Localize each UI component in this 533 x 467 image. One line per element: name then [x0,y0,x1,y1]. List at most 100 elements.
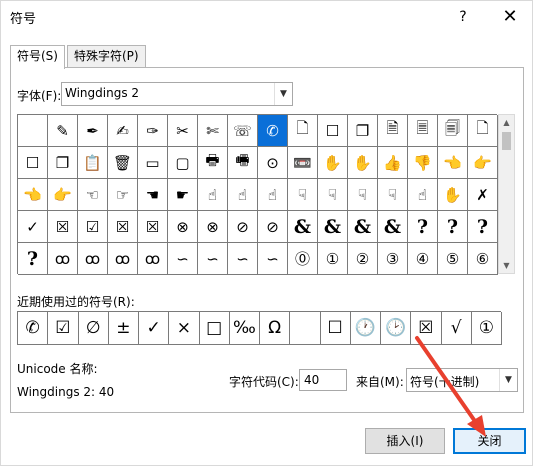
symbol-cell[interactable]: ❐ [348,115,378,147]
symbol-cell[interactable]: 🗋 [468,115,498,147]
symbol-cell[interactable]: ☐ [318,115,348,147]
symbol-cell[interactable]: 👎 [408,147,438,179]
chevron-down-icon[interactable]: ▼ [499,369,517,391]
symbol-cell[interactable]: ? [18,243,48,275]
symbol-cell[interactable]: ✎ [48,115,78,147]
tab-symbols[interactable]: 符号(S) [10,45,65,69]
symbol-cell[interactable]: ☞ [108,179,138,211]
symbol-cell[interactable]: ☝ [408,179,438,211]
symbol-cell[interactable]: ✋ [318,147,348,179]
symbol-cell[interactable]: ✋ [438,179,468,211]
close-icon[interactable]: ✕ [499,6,521,28]
symbol-cell[interactable]: ꝏ [48,243,78,275]
symbol-cell[interactable]: ☝ [258,179,288,211]
symbol-cell[interactable]: ☟ [348,179,378,211]
symbol-cell[interactable]: 👍 [378,147,408,179]
recent-symbol-cell[interactable]: ① [471,312,502,345]
recent-symbol-cell[interactable]: ☒ [411,312,442,345]
close-button[interactable]: 关闭 [453,428,526,454]
recent-symbol-cell[interactable]: × [169,312,200,345]
recent-symbol-cell[interactable]: ∅ [78,312,109,345]
symbol-cell[interactable]: 📼 [288,147,318,179]
chevron-down-icon[interactable]: ▼ [274,83,292,105]
recent-symbol-cell[interactable]: ☐ [320,312,351,345]
recent-symbol-cell[interactable]: √ [441,312,472,345]
insert-button[interactable]: 插入(I) [365,428,445,454]
symbol-cell[interactable]: ☟ [288,179,318,211]
symbol-cell[interactable]: ☛ [168,179,198,211]
recent-symbol-cell[interactable]: ‰ [229,312,260,345]
symbol-cell[interactable]: & [318,211,348,243]
recent-symbol-cell[interactable]: 🕐 [350,312,381,345]
symbol-cell[interactable]: ▢ [168,147,198,179]
symbol-cell[interactable]: ✒ [78,115,108,147]
recent-symbol-cell[interactable]: ☑ [48,312,79,345]
symbol-grid-scrollbar[interactable]: ▲ ▼ [498,114,515,274]
symbol-cell[interactable]: ③ [378,243,408,275]
symbol-cell[interactable]: 👈 [18,179,48,211]
symbol-cell[interactable]: ꝏ [138,243,168,275]
symbol-cell[interactable]: ▭ [138,147,168,179]
symbol-cell[interactable]: 📋 [78,147,108,179]
symbol-cell[interactable]: ☝ [228,179,258,211]
scrollbar-thumb[interactable] [502,132,511,150]
symbol-cell[interactable]: ☟ [378,179,408,211]
symbol-cell[interactable]: ☒ [108,211,138,243]
symbol-cell[interactable]: ? [438,211,468,243]
symbol-cell[interactable]: ✋ [348,147,378,179]
symbol-cell[interactable]: ✄ [198,115,228,147]
symbol-cell[interactable]: ∽ [168,243,198,275]
symbol-cell[interactable]: ∽ [258,243,288,275]
help-button[interactable]: ? [453,6,473,28]
symbol-cell[interactable]: ✆ [258,115,288,147]
symbol-cell[interactable]: ꝏ [78,243,108,275]
symbol-cell[interactable]: ⊗ [198,211,228,243]
symbol-cell[interactable]: ❐ [48,147,78,179]
scroll-down-icon[interactable]: ▼ [499,258,514,273]
symbol-cell[interactable]: 👉 [48,179,78,211]
symbol-cell[interactable]: & [378,211,408,243]
from-select[interactable]: 符号(十进制) ▼ [406,368,518,392]
symbol-cell[interactable]: ⓪ [288,243,318,275]
symbol-cell[interactable]: 🗏 [408,115,438,147]
symbol-cell[interactable]: ⊘ [258,211,288,243]
char-code-input[interactable]: 40 [299,369,347,391]
symbol-cell[interactable]: ✑ [138,115,168,147]
symbol-cell[interactable]: ① [318,243,348,275]
symbol-cell[interactable]: ☏ [228,115,258,147]
font-select[interactable]: Wingdings 2 ▼ [61,82,293,106]
symbol-cell[interactable]: ? [408,211,438,243]
recent-symbol-cell[interactable] [290,312,321,345]
symbol-cell[interactable]: ⊘ [228,211,258,243]
symbol-cell[interactable]: ✍ [108,115,138,147]
scroll-up-icon[interactable]: ▲ [499,115,514,130]
symbol-cell[interactable]: 🖷 [228,147,258,179]
symbol-cell[interactable]: 🗎 [378,115,408,147]
symbol-cell[interactable]: ☟ [318,179,348,211]
symbol-cell[interactable]: ✂ [168,115,198,147]
recent-symbol-cell[interactable]: Ω [260,312,291,345]
symbol-cell[interactable]: ⊙ [258,147,288,179]
symbol-cell[interactable]: & [348,211,378,243]
symbol-cell[interactable]: ② [348,243,378,275]
recent-symbol-cell[interactable]: ✆ [18,312,49,345]
symbol-cell[interactable]: 👈 [438,147,468,179]
symbol-cell[interactable]: ✗ [468,179,498,211]
symbol-cell[interactable]: ☒ [138,211,168,243]
symbol-cell[interactable]: ☒ [48,211,78,243]
symbol-cell[interactable]: ☑ [78,211,108,243]
symbol-cell[interactable]: 🗋 [288,115,318,147]
symbol-cell[interactable]: 🗑 [108,147,138,179]
symbol-cell[interactable]: ④ [408,243,438,275]
recent-symbol-cell[interactable]: □ [199,312,230,345]
symbol-cell[interactable]: & [288,211,318,243]
symbol-cell[interactable]: ⑥ [468,243,498,275]
symbol-cell[interactable]: ⑤ [438,243,468,275]
symbol-cell[interactable]: ∽ [228,243,258,275]
symbol-cell[interactable]: ꝏ [108,243,138,275]
symbol-cell[interactable]: ☝ [198,179,228,211]
symbol-cell[interactable]: 👉 [468,147,498,179]
recent-symbol-cell[interactable]: 🕑 [381,312,412,345]
tab-special-characters[interactable]: 特殊字符(P) [67,45,146,67]
recent-symbol-cell[interactable]: ± [108,312,139,345]
